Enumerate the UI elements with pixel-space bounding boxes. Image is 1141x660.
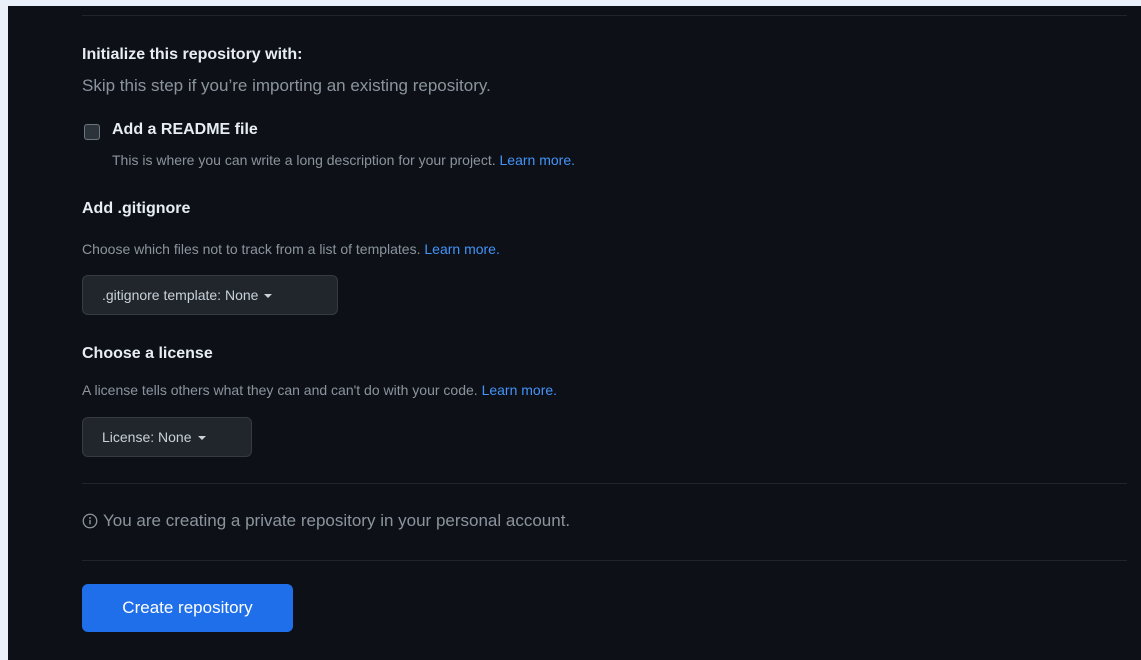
notice-top-divider [82, 483, 1127, 484]
gitignore-learn-more-link[interactable]: Learn more. [424, 241, 499, 257]
gitignore-dropdown-label: .gitignore template: None [102, 287, 259, 303]
license-dropdown-label: License: None [102, 429, 192, 445]
actions-divider [82, 560, 1127, 561]
license-learn-more-link[interactable]: Learn more. [482, 382, 557, 398]
info-icon [82, 513, 98, 529]
private-repo-notice-text: You are creating a private repository in… [103, 511, 571, 530]
license-dropdown[interactable]: License: None [82, 417, 252, 457]
gitignore-description: Choose which files not to track from a l… [82, 241, 421, 257]
initialize-heading: Initialize this repository with: [82, 46, 303, 63]
gitignore-description-row: Choose which files not to track from a l… [82, 241, 500, 257]
create-repository-button[interactable]: Create repository [82, 584, 293, 632]
readme-description: This is where you can write a long descr… [112, 152, 496, 168]
license-description: A license tells others what they can and… [82, 382, 478, 398]
license-heading: Choose a license [82, 345, 213, 362]
private-repo-notice: You are creating a private repository in… [82, 511, 570, 531]
initialize-subtext: Skip this step if you’re importing an ex… [82, 76, 491, 95]
top-divider [82, 15, 1127, 16]
readme-checkbox[interactable] [84, 124, 100, 140]
gitignore-template-dropdown[interactable]: .gitignore template: None [82, 275, 338, 315]
caret-down-icon [264, 294, 273, 298]
readme-description-row: This is where you can write a long descr… [112, 152, 575, 168]
readme-checkbox-label[interactable]: Add a README file [112, 121, 258, 139]
gitignore-heading: Add .gitignore [82, 200, 191, 217]
initialize-section: Initialize this repository with: Skip th… [82, 6, 1127, 660]
repository-settings-panel: Initialize this repository with: Skip th… [8, 6, 1141, 660]
readme-learn-more-link[interactable]: Learn more. [500, 152, 575, 168]
caret-down-icon [197, 436, 206, 440]
license-description-row: A license tells others what they can and… [82, 382, 557, 398]
